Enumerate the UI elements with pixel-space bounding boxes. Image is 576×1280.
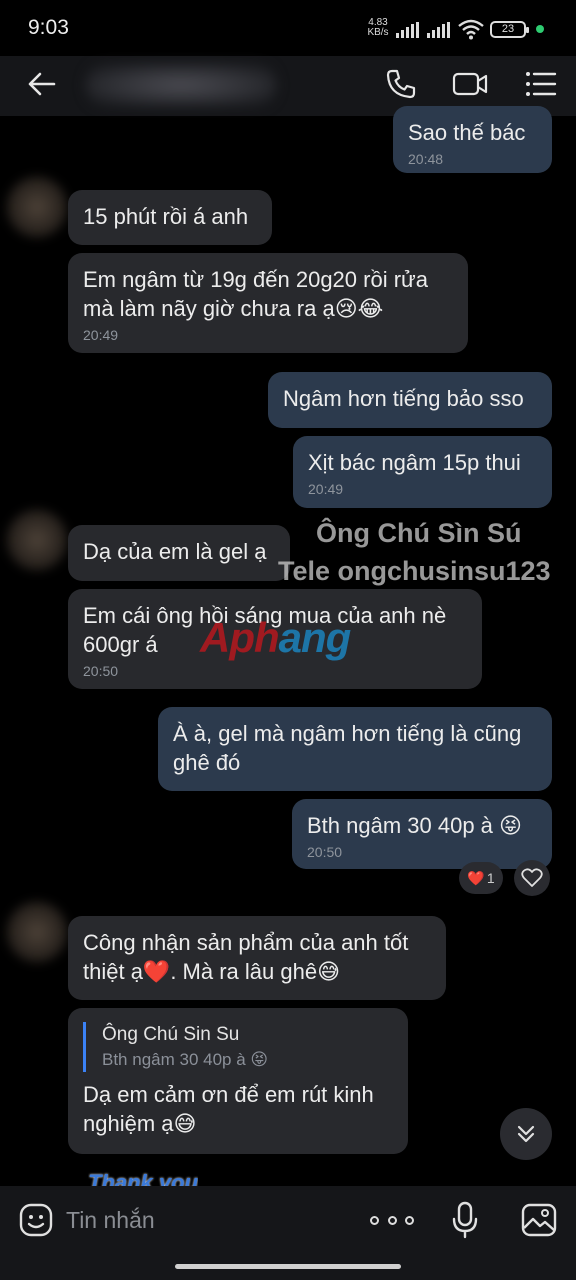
video-camera-icon[interactable] — [452, 66, 488, 102]
watermark-text: Ông Chú Sìn Sú — [316, 518, 522, 548]
message-text: Dạ của em là gel ạ — [83, 539, 267, 564]
message-text: Em ngâm từ 19g đến 20g20 rồi rửa mà làm … — [83, 267, 428, 321]
message-outgoing[interactable]: Bth ngâm 30 40p à 😝 20:50 — [292, 799, 552, 869]
message-input[interactable] — [66, 1200, 346, 1240]
list-menu-icon[interactable] — [523, 66, 559, 102]
phone-icon[interactable] — [383, 66, 419, 102]
watermark-text: Tele ongchusinsu123 — [278, 556, 551, 586]
heart-icon: ❤️ — [467, 869, 485, 886]
avatar[interactable] — [6, 509, 68, 571]
wifi-icon — [458, 19, 484, 40]
sticker-preview[interactable]: Thank you — [88, 1170, 198, 1186]
message-text: Công nhận sản phẩm của anh tốt thiệt ạ❤️… — [83, 930, 409, 984]
avatar[interactable] — [6, 901, 68, 963]
heart-outline-icon — [521, 868, 543, 887]
status-bar: 9:03 4.83 KB/s 23 — [0, 0, 576, 56]
reaction-badge[interactable]: ❤️ 1 — [459, 862, 503, 894]
message-outgoing[interactable]: Ngâm hơn tiếng bảo sso — [268, 372, 552, 428]
message-time: 20:48 — [408, 151, 444, 167]
arrow-left-icon[interactable] — [24, 66, 60, 102]
message-text: Sao thế bác — [408, 120, 526, 145]
message-text: Bth ngâm 30 40p à 😝 — [307, 813, 522, 838]
reply-quote[interactable]: Ông Chú Sin Su Bth ngâm 30 40p à 😝 — [83, 1022, 393, 1072]
smiley-icon[interactable] — [18, 1202, 54, 1238]
scroll-to-bottom-button[interactable] — [500, 1108, 552, 1160]
react-heart-button[interactable] — [514, 860, 550, 896]
message-text: À à, gel mà ngâm hơn tiếng là cũng ghê đ… — [173, 721, 522, 775]
reply-snippet: Bth ngâm 30 40p à 😝 — [102, 1050, 269, 1069]
home-indicator — [175, 1264, 401, 1269]
message-time: 20:50 — [307, 844, 343, 860]
reply-sender-name: Ông Chú Sin Su — [102, 1024, 240, 1045]
message-time: 20:49 — [83, 327, 119, 343]
privacy-indicator — [536, 25, 544, 33]
message-text: Dạ em cảm ơn để em rút kinh nghiệm ạ😅 — [83, 1082, 374, 1136]
message-time: 20:49 — [308, 481, 344, 497]
message-input-bar — [0, 1186, 576, 1280]
image-icon[interactable] — [520, 1202, 558, 1238]
message-incoming[interactable]: Em ngâm từ 19g đến 20g20 rồi rửa mà làm … — [68, 253, 468, 353]
more-dots-icon[interactable] — [370, 1208, 414, 1232]
message-time: 20:50 — [83, 663, 119, 679]
message-incoming[interactable]: Dạ của em là gel ạ — [68, 525, 290, 581]
watermark-logo: Aphang — [200, 614, 351, 661]
message-incoming[interactable]: Công nhận sản phẩm của anh tốt thiệt ạ❤️… — [68, 916, 446, 1000]
message-outgoing[interactable]: Xịt bác ngâm 15p thui 20:49 — [293, 436, 552, 508]
message-text: Xịt bác ngâm 15p thui — [308, 450, 521, 475]
signal-icon — [427, 22, 450, 38]
message-incoming-reply[interactable]: Ông Chú Sin Su Bth ngâm 30 40p à 😝 Dạ em… — [68, 1008, 408, 1154]
status-time: 9:03 — [28, 16, 69, 39]
message-text: Ngâm hơn tiếng bảo sso — [283, 386, 524, 411]
network-speed: 4.83 KB/s — [367, 17, 389, 38]
avatar[interactable] — [6, 176, 68, 238]
battery-icon: 23 — [490, 21, 529, 38]
message-incoming[interactable]: 15 phút rồi á anh — [68, 190, 272, 245]
message-text: 15 phút rồi á anh — [83, 204, 249, 229]
message-outgoing[interactable]: Sao thế bác 20:48 — [393, 106, 552, 173]
signal-icon — [396, 22, 419, 38]
message-outgoing[interactable]: À à, gel mà ngâm hơn tiếng là cũng ghê đ… — [158, 707, 552, 791]
contact-name-blurred[interactable] — [86, 64, 276, 106]
reaction-count: 1 — [486, 870, 495, 886]
double-chevron-down-icon — [517, 1125, 535, 1143]
microphone-icon[interactable] — [450, 1200, 480, 1240]
